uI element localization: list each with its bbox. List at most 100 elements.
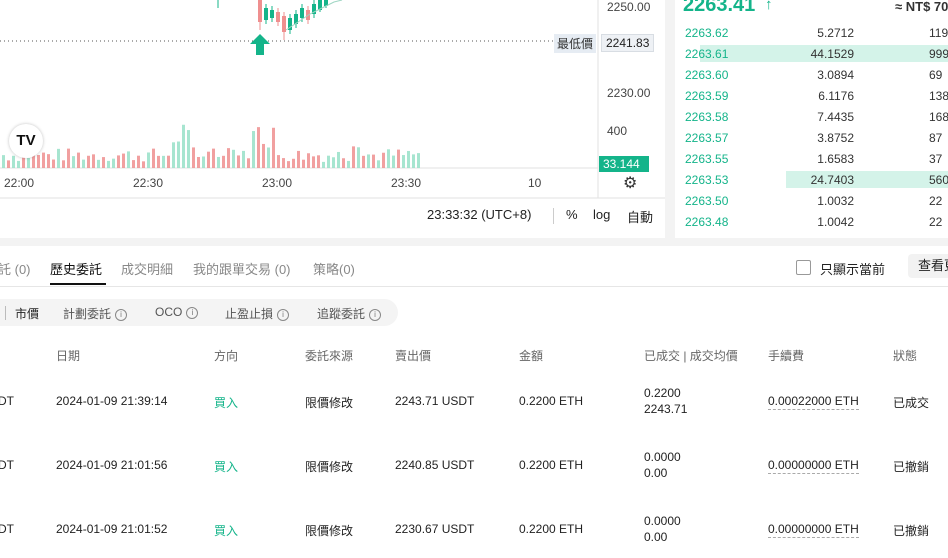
row-price: 2230.67 USDT <box>395 522 475 536</box>
volume-bar <box>147 152 150 168</box>
volume-bar <box>332 157 335 168</box>
order-book-row[interactable]: 2263.57 3.8752 87 <box>675 127 948 148</box>
volume-bar <box>52 159 55 168</box>
volume-bar <box>142 161 145 168</box>
volume-bar <box>367 154 370 168</box>
volume-bar <box>407 150 410 168</box>
volume-bar <box>157 155 160 168</box>
volume-bar <box>42 152 45 168</box>
volume-bar <box>187 130 190 168</box>
column-header-filled: 已成交 | 成交均價 <box>644 349 738 363</box>
volume-bar <box>327 155 330 168</box>
order-book-qty: 7.4435 <box>817 110 854 124</box>
row-date: 2024-01-09 21:01:52 <box>56 522 168 536</box>
buy-marker-arrow-icon <box>250 34 270 55</box>
volume-bar <box>2 155 5 168</box>
candle-body <box>264 8 268 20</box>
order-book-row[interactable]: 2263.58 7.4435 168 <box>675 106 948 127</box>
row-price: 2240.85 USDT <box>395 458 475 472</box>
order-book-row[interactable]: 2263.55 1.6583 37 <box>675 148 948 169</box>
fiat-price: ≈ NT$ 70 <box>895 0 948 14</box>
order-book-total: 87 <box>929 131 943 145</box>
order-book-price: 2263.57 <box>685 131 729 145</box>
chart-settings-gear-icon[interactable]: ⚙ <box>623 173 637 193</box>
tab-order-history[interactable]: 歷史委託 <box>50 259 102 278</box>
order-book-total: 69 <box>929 68 943 82</box>
time-tick: 22:30 <box>133 176 164 190</box>
volume-bar <box>107 160 110 168</box>
order-book-row[interactable]: 2263.50 1.0032 22 <box>675 190 948 211</box>
filter-oco[interactable]: OCO i <box>155 305 199 319</box>
filter-oco-label: OCO <box>155 305 183 319</box>
volume-bar <box>277 155 280 168</box>
filter-plan-order[interactable]: 計劃委託 i <box>63 305 128 322</box>
order-book-row[interactable]: 2263.48 1.0042 22 <box>675 211 948 232</box>
volume-bar <box>122 153 125 168</box>
chart-clock: 23:33:32 (UTC+8) <box>427 207 532 222</box>
row-fee[interactable]: 0.00000000 ETH <box>768 458 859 474</box>
only-current-checkbox[interactable] <box>796 260 811 275</box>
volume-bar <box>172 142 175 168</box>
auto-scale-toggle[interactable]: 自動 <box>627 207 653 226</box>
filter-market[interactable]: 市價 <box>15 305 39 322</box>
chart-panel[interactable]: 2250.00 2230.00 400 最低價 2241.83 33.144 T… <box>0 0 665 238</box>
info-icon[interactable]: i <box>277 309 290 321</box>
price-up-arrow-icon: ↑ <box>765 0 773 13</box>
volume-bar <box>287 161 290 168</box>
order-book-row[interactable]: 2263.60 3.0894 69 <box>675 64 948 85</box>
tab-trade-history[interactable]: 成交明細 <box>121 259 173 278</box>
view-all-button[interactable]: 查看更 <box>908 254 948 278</box>
volume-bar <box>87 155 90 168</box>
info-icon[interactable]: i <box>369 309 382 321</box>
row-amount: 0.2200 ETH <box>519 522 584 536</box>
row-fee[interactable]: 0.00000000 ETH <box>768 522 859 538</box>
column-header-amount: 金額 <box>519 349 544 363</box>
volume-bar <box>257 127 260 168</box>
row-price: 2243.71 USDT <box>395 394 475 408</box>
volume-bar <box>262 143 265 168</box>
order-book-row[interactable]: 2263.62 5.2712 119 <box>675 22 948 43</box>
order-book-panel: 2263.41 ↑ ≈ NT$ 70 2263.62 5.2712 119 2263.… <box>675 0 948 238</box>
candle-body <box>258 0 262 22</box>
volume-bar <box>357 147 360 168</box>
row-status: 已撤銷 <box>893 524 930 538</box>
order-book-row[interactable]: 2263.59 6.1176 138 <box>675 85 948 106</box>
order-book-price: 2263.62 <box>685 26 729 40</box>
price-tick: 2230.00 <box>607 86 651 100</box>
volume-bar <box>92 154 95 168</box>
tradingview-logo[interactable]: TV <box>9 124 43 158</box>
volume-bar <box>102 157 105 168</box>
volume-bar <box>112 158 115 168</box>
volume-bars <box>2 124 420 168</box>
volume-bar <box>397 149 400 168</box>
row-fee[interactable]: 0.00022000 ETH <box>768 394 859 410</box>
volume-tick: 400 <box>607 124 628 138</box>
order-book-qty: 1.0032 <box>817 194 854 208</box>
volume-bar <box>232 149 235 168</box>
log-scale-toggle[interactable]: log <box>593 207 610 222</box>
filter-plan-order-label: 計劃委託 <box>63 307 112 321</box>
volume-bar <box>7 160 10 168</box>
filter-divider <box>5 306 6 320</box>
order-book-row[interactable]: 2263.61 44.1529 999 <box>675 43 948 64</box>
tab-copy-trading[interactable]: 我的跟單交易 (0) <box>193 259 291 278</box>
volume-bar <box>137 155 140 168</box>
info-icon[interactable]: i <box>186 307 199 319</box>
row-amount: 0.2200 ETH <box>519 394 584 408</box>
order-book-price: 2263.59 <box>685 89 729 103</box>
volume-bar <box>72 156 75 168</box>
tab-strategies[interactable]: 策略(0) <box>313 259 355 278</box>
volume-bar <box>322 161 325 168</box>
volume-bar <box>177 141 180 168</box>
volume-bar <box>352 146 355 168</box>
filter-tp-sl[interactable]: 止盈止損 i <box>225 305 290 322</box>
toolbar-divider <box>553 208 554 224</box>
order-book-row[interactable]: 2263.53 24.7403 560 <box>675 169 948 190</box>
volume-bar <box>192 147 195 168</box>
percent-scale-toggle[interactable]: % <box>566 207 578 222</box>
info-icon[interactable]: i <box>115 309 128 321</box>
order-book-price: 2263.55 <box>685 152 729 166</box>
order-book-total: 560 <box>929 173 948 187</box>
filter-trailing[interactable]: 追蹤委託 i <box>317 305 382 322</box>
tab-open-orders[interactable]: 託 (0) <box>0 259 31 278</box>
